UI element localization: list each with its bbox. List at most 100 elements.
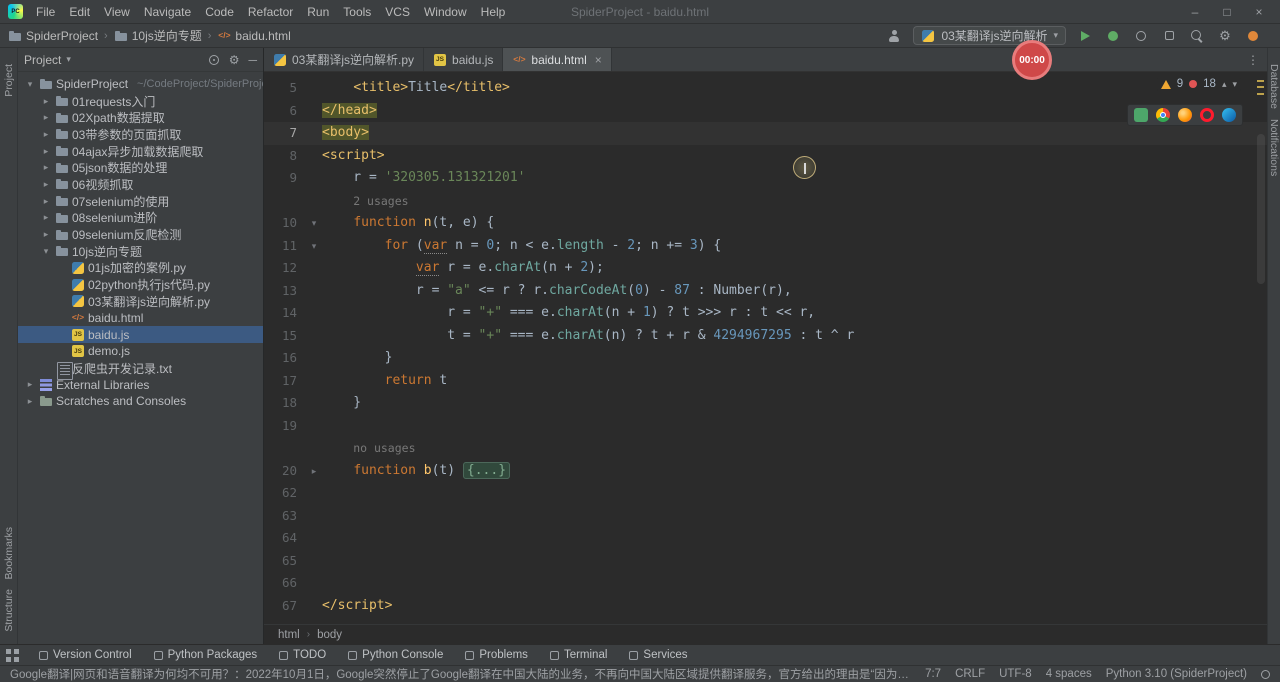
fold-icon[interactable]: ▾ [306, 212, 322, 235]
chevron-down-icon[interactable]: ▾ [66, 54, 71, 65]
caret-position[interactable]: 7:7 [925, 668, 941, 680]
database-stripe-button[interactable]: Database [1268, 64, 1280, 109]
code-line[interactable]: 67 </script> [264, 595, 1267, 618]
project-stripe-button[interactable]: Project [3, 64, 15, 97]
fold-icon[interactable]: ▾ [306, 235, 322, 258]
notifications-stripe-button[interactable]: Notifications [1268, 119, 1280, 176]
tree-item[interactable]: ▸ 02Xpath数据提取 [18, 109, 263, 126]
close-button[interactable]: × [1252, 5, 1266, 19]
code-line[interactable]: 64 [264, 527, 1267, 550]
code-area[interactable]: 5 <title>Title</title> 6 </head> 7 <body> 8 <s… [264, 72, 1267, 624]
tree-item[interactable]: 反爬虫开发记录.txt [18, 360, 263, 381]
chevron-right-icon[interactable]: ▸ [40, 229, 52, 240]
menu-item[interactable]: Window [417, 0, 474, 24]
project-panel-title[interactable]: Project [24, 53, 61, 67]
chevron-right-icon[interactable]: ▸ [40, 129, 52, 140]
tree-item[interactable]: 03某翻译js逆向解析.py [18, 293, 263, 310]
code-line[interactable]: 8 <script> [264, 145, 1267, 168]
chevron-right-icon[interactable]: ▸ [40, 146, 52, 157]
minimize-button[interactable]: – [1188, 5, 1202, 19]
code-line[interactable]: 12 var r = e.charAt(n + 2); [264, 257, 1267, 280]
chevron-down-icon[interactable]: ▾ [40, 246, 52, 257]
code-line[interactable]: 17 return t [264, 370, 1267, 393]
tree-item[interactable]: ▸ 01requests入门 [18, 93, 263, 110]
tree-item[interactable]: ▸ 03带参数的页面抓取 [18, 126, 263, 143]
toolwindow-button[interactable]: Terminal [540, 645, 617, 665]
toolwindow-button[interactable]: Python Console [338, 645, 453, 665]
breadcrumb-item[interactable]: baidu.html [217, 29, 290, 43]
tree-item[interactable]: ▸ Scratches and Consoles [18, 393, 263, 410]
chevron-right-icon[interactable]: ▸ [40, 196, 52, 207]
code-line[interactable]: 62 [264, 482, 1267, 505]
toolwindow-button[interactable]: Services [619, 645, 697, 665]
code-line[interactable]: 18 } [264, 392, 1267, 415]
tree-item[interactable]: ▸ 04ajax异步加载数据爬取 [18, 143, 263, 160]
edge-icon[interactable] [1222, 108, 1236, 122]
line-ending[interactable]: CRLF [955, 668, 985, 680]
opera-icon[interactable] [1200, 108, 1214, 122]
menu-item[interactable]: Code [198, 0, 241, 24]
menu-item[interactable]: Refactor [241, 0, 300, 24]
code-line[interactable]: 7 <body> [264, 122, 1267, 145]
profile-button[interactable] [1132, 27, 1150, 45]
code-line[interactable]: 16 } [264, 347, 1267, 370]
notifications-icon[interactable] [1261, 669, 1270, 679]
ide-preview-icon[interactable] [1134, 108, 1148, 122]
usage-hint[interactable]: 2 usages [322, 190, 408, 213]
code-line[interactable]: 6 </head> [264, 100, 1267, 123]
run-config-selector[interactable]: 03某翻译js逆向解析 ▾ [913, 26, 1066, 45]
code-with-me-icon[interactable] [885, 27, 903, 45]
code-line[interactable]: 11 ▾ for (var n = 0; n < e.length - 2; n … [264, 235, 1267, 258]
indent-config[interactable]: 4 spaces [1046, 668, 1092, 680]
prev-issue-icon[interactable]: ▴ [1222, 79, 1227, 90]
tab-options-icon[interactable]: ⋮ [1247, 48, 1267, 71]
chrome-icon[interactable] [1156, 108, 1170, 122]
chevron-right-icon[interactable]: ▸ [40, 96, 52, 107]
scrollbar[interactable] [1257, 134, 1265, 284]
firefox-icon[interactable] [1178, 108, 1192, 122]
toolwindow-button[interactable]: Problems [455, 645, 538, 665]
code-line[interactable]: 65 [264, 550, 1267, 573]
breadcrumb-item[interactable]: SpiderProject [8, 29, 98, 43]
run-button[interactable] [1076, 27, 1094, 45]
code-line[interactable]: 13 r = "a" <= r ? r.charCodeAt(0) - 87 :… [264, 280, 1267, 303]
breadcrumb-body[interactable]: body [317, 629, 342, 641]
menu-item[interactable]: Tools [336, 0, 378, 24]
tree-item[interactable]: ▸ 06视频抓取 [18, 176, 263, 193]
menu-item[interactable]: VCS [378, 0, 417, 24]
next-issue-icon[interactable]: ▾ [1232, 79, 1237, 90]
tree-item[interactable]: baidu.js [18, 326, 263, 343]
chevron-right-icon[interactable]: ▸ [40, 112, 52, 123]
tree-item[interactable]: ▾ 10js逆向专题 [18, 243, 263, 260]
fold-icon[interactable]: ▸ [306, 460, 322, 483]
chevron-right-icon[interactable]: ▸ [24, 379, 36, 390]
editor-tab[interactable]: baidu.html × [503, 48, 612, 71]
menu-item[interactable]: View [97, 0, 137, 24]
inspections-widget[interactable]: 9 18 ▴ ▾ [1156, 76, 1241, 92]
maximize-button[interactable]: □ [1220, 5, 1234, 19]
search-everywhere-icon[interactable] [1188, 27, 1206, 45]
toolwindow-button[interactable]: TODO [269, 645, 336, 665]
menu-item[interactable]: Help [474, 0, 513, 24]
debug-button[interactable] [1104, 27, 1122, 45]
chevron-down-icon[interactable]: ▾ [24, 79, 36, 90]
tree-item[interactable]: ▸ External Libraries [18, 376, 263, 393]
panel-settings-gear-icon[interactable]: ⚙ [229, 54, 240, 66]
interpreter[interactable]: Python 3.10 (SpiderProject) [1106, 668, 1247, 680]
breadcrumb-item[interactable]: 10js逆向专题 [114, 27, 202, 44]
toolwindow-button[interactable]: Python Packages [144, 645, 268, 665]
tree-item[interactable]: ▸ 07selenium的使用 [18, 193, 263, 210]
menu-item[interactable]: Run [300, 0, 336, 24]
code-line[interactable]: 15 t = "+" === e.charAt(n) ? t + r & 429… [264, 325, 1267, 348]
chevron-right-icon[interactable]: ▸ [40, 179, 52, 190]
code-line[interactable]: 63 [264, 505, 1267, 528]
menu-item[interactable]: File [29, 0, 62, 24]
tree-item[interactable]: 01js加密的案例.py [18, 260, 263, 277]
code-line[interactable]: 14 r = "+" === e.charAt(n + 1) ? t >>> r… [264, 302, 1267, 325]
menu-item[interactable]: Edit [62, 0, 97, 24]
code-line[interactable]: 20 ▸ function b(t) {...} [264, 460, 1267, 483]
tree-item[interactable]: 02python执行js代码.py [18, 276, 263, 293]
chevron-right-icon[interactable]: ▸ [24, 396, 36, 407]
code-line[interactable]: 10 ▾ function n(t, e) { [264, 212, 1267, 235]
chevron-right-icon[interactable]: ▸ [40, 212, 52, 223]
